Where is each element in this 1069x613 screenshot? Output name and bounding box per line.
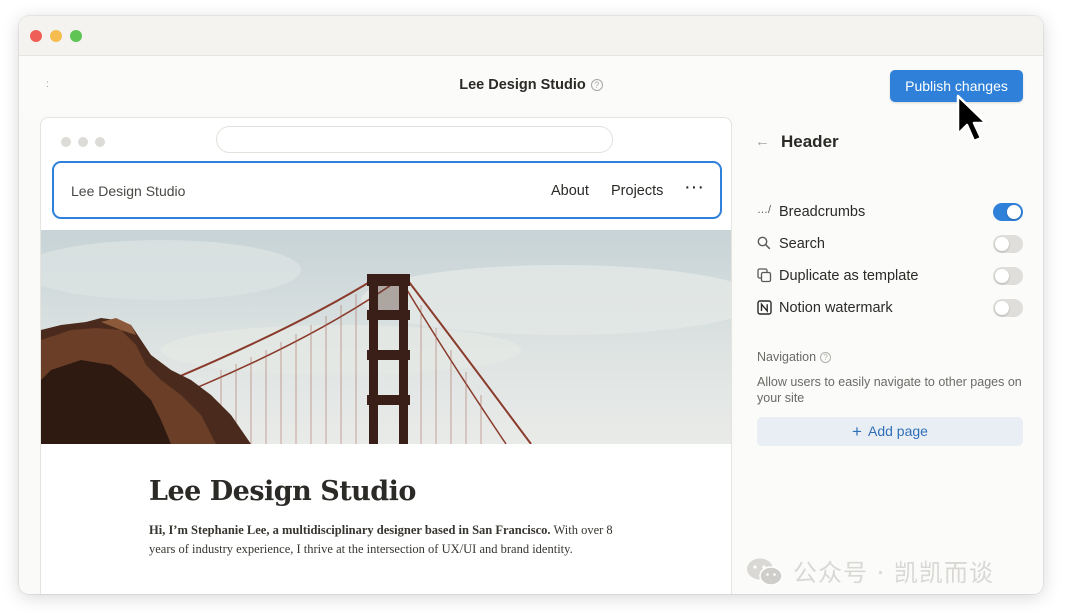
- zoom-window-button[interactable]: [70, 30, 82, 42]
- preview-nav-about[interactable]: About: [551, 183, 589, 199]
- header-settings-panel: ← Header …/ Breadcrumbs Search Duplicate…: [735, 114, 1043, 594]
- preview-heading: Lee Design Studio: [149, 476, 416, 507]
- back-arrow-icon[interactable]: ←: [755, 133, 770, 150]
- toggle-knob: [995, 301, 1009, 315]
- option-label: Duplicate as template: [779, 268, 919, 284]
- search-toggle[interactable]: [993, 235, 1023, 253]
- preview-nav-projects[interactable]: Projects: [611, 183, 663, 199]
- preview-window-dots: [61, 134, 112, 152]
- site-settings-topbar: : Lee Design Studio? Publish changes: [19, 57, 1043, 113]
- add-page-label: Add page: [867, 423, 928, 439]
- site-preview: Lee Design Studio About Projects ··· Lee…: [40, 117, 732, 594]
- navigation-heading: Navigation?: [757, 350, 832, 364]
- app-window: : Lee Design Studio? Publish changes Lee…: [19, 16, 1043, 594]
- panel-title: Header: [781, 132, 839, 151]
- preview-intro-bold: Hi, I’m Stephanie Lee, a multidisciplina…: [149, 523, 551, 537]
- option-label: Search: [779, 236, 825, 252]
- toggle-knob: [995, 269, 1009, 283]
- wechat-watermark: 公众号 · 凯凯而谈: [745, 553, 994, 588]
- option-duplicate-template[interactable]: Duplicate as template: [757, 264, 1023, 288]
- more-icon[interactable]: ···: [684, 176, 704, 199]
- notion-icon: [757, 300, 773, 316]
- plus-icon: +: [852, 422, 862, 441]
- title-bar: [19, 16, 1043, 56]
- navigation-heading-text: Navigation: [757, 350, 817, 364]
- option-label: Breadcrumbs: [779, 204, 866, 220]
- golden-gate-bridge-image: [41, 230, 731, 444]
- option-label: Notion watermark: [779, 300, 893, 316]
- watermark-text: 公众号 · 凯凯而谈: [793, 559, 994, 587]
- option-search[interactable]: Search: [757, 232, 1023, 256]
- breadcrumbs-toggle[interactable]: [993, 203, 1023, 221]
- option-notion-watermark[interactable]: Notion watermark: [757, 296, 1023, 320]
- add-page-button[interactable]: + Add page: [757, 417, 1023, 446]
- preview-brand[interactable]: Lee Design Studio: [71, 183, 185, 199]
- option-breadcrumbs[interactable]: …/ Breadcrumbs: [757, 200, 1023, 224]
- minimize-window-button[interactable]: [50, 30, 62, 42]
- hero-image: [41, 230, 731, 444]
- toggle-knob: [1007, 205, 1021, 219]
- duplicate-icon: [757, 268, 773, 284]
- preview-header-selected[interactable]: Lee Design Studio About Projects ···: [52, 161, 722, 219]
- wechat-logo: [747, 558, 783, 586]
- preview-dot: [95, 137, 105, 147]
- notion-watermark-toggle[interactable]: [993, 299, 1023, 317]
- site-title-text: Lee Design Studio: [459, 77, 586, 93]
- close-window-button[interactable]: [30, 30, 42, 42]
- toggle-knob: [995, 237, 1009, 251]
- preview-address-bar: [216, 126, 613, 153]
- mouse-pointer-icon: [956, 94, 988, 143]
- search-icon: [757, 236, 773, 252]
- preview-intro: Hi, I’m Stephanie Lee, a multidisciplina…: [149, 521, 619, 559]
- preview-dot: [61, 137, 71, 147]
- breadcrumbs-icon: …/: [757, 204, 772, 216]
- navigation-description: Allow users to easily navigate to other …: [757, 375, 1022, 405]
- duplicate-toggle[interactable]: [993, 267, 1023, 285]
- help-icon[interactable]: ?: [820, 352, 832, 363]
- help-icon[interactable]: ?: [590, 79, 603, 91]
- preview-dot: [78, 137, 88, 147]
